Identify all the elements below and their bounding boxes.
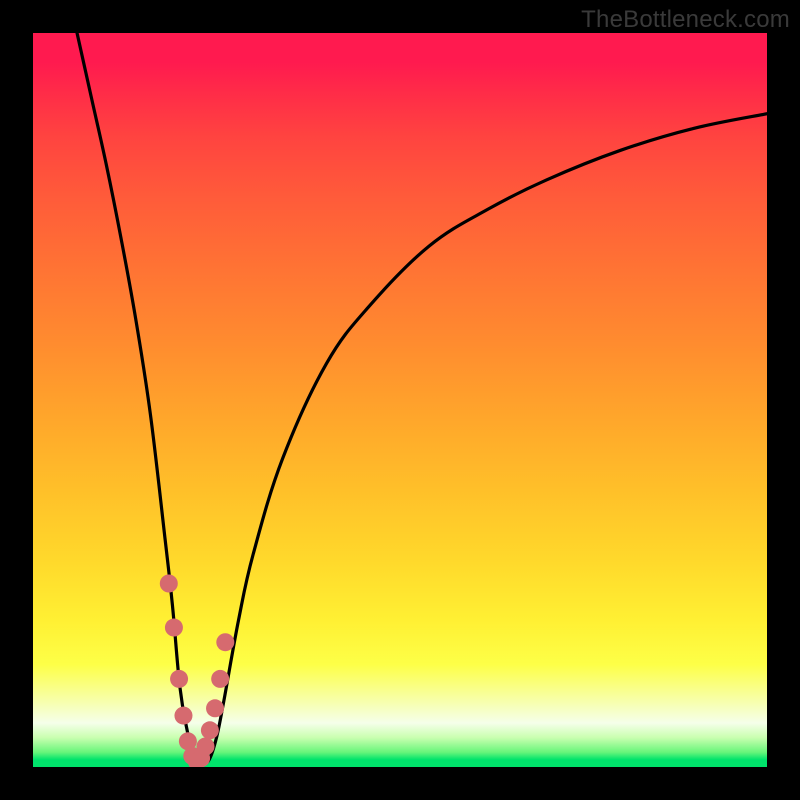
bottleneck-curve <box>77 33 767 764</box>
highlight-dot <box>165 619 183 637</box>
highlight-dot <box>201 721 219 739</box>
highlight-dot <box>160 575 178 593</box>
highlight-dot <box>174 707 192 725</box>
watermark-text: TheBottleneck.com <box>581 6 790 34</box>
highlight-dot <box>206 699 224 717</box>
highlight-dot <box>211 670 229 688</box>
highlight-dot <box>216 633 234 651</box>
highlight-dot <box>196 737 214 755</box>
highlight-dot <box>170 670 188 688</box>
plot-area <box>33 33 767 767</box>
curve-layer <box>33 33 767 767</box>
chart-frame: TheBottleneck.com <box>0 0 800 800</box>
